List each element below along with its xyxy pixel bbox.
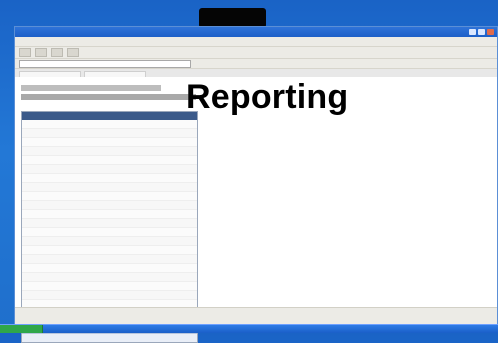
table-row <box>22 291 197 300</box>
address-bar <box>15 59 497 69</box>
back-button[interactable] <box>19 48 31 57</box>
report-title-line <box>21 85 161 91</box>
table-header <box>22 112 197 120</box>
window-controls <box>469 29 494 35</box>
table-row <box>22 201 197 210</box>
start-button[interactable] <box>0 325 43 333</box>
close-button[interactable] <box>487 29 494 35</box>
report-heading <box>21 85 196 100</box>
report-subtitle-line <box>21 94 196 100</box>
table-row <box>22 255 197 264</box>
window-titlebar <box>15 27 497 37</box>
table-row <box>22 246 197 255</box>
table-row <box>22 264 197 273</box>
table-row <box>22 219 197 228</box>
table-row <box>22 282 197 291</box>
table-row <box>22 210 197 219</box>
table-row <box>22 174 197 183</box>
minimize-button[interactable] <box>469 29 476 35</box>
status-bar <box>15 307 497 324</box>
table-row <box>22 147 197 156</box>
maximize-button[interactable] <box>478 29 485 35</box>
browser-window <box>14 26 498 343</box>
slide-title: Reporting <box>186 78 349 116</box>
browser-toolbar <box>15 47 497 59</box>
forward-button[interactable] <box>35 48 47 57</box>
refresh-button[interactable] <box>51 48 63 57</box>
table-row <box>22 192 197 201</box>
table-row <box>22 183 197 192</box>
table-row <box>22 165 197 174</box>
table-row <box>22 156 197 165</box>
table-row <box>22 273 197 282</box>
table-row <box>22 237 197 246</box>
menu-bar <box>15 37 497 47</box>
url-input[interactable] <box>19 59 191 68</box>
taskbar <box>0 324 498 333</box>
redaction-bar <box>199 8 266 28</box>
table-row <box>22 138 197 147</box>
table-row <box>22 129 197 138</box>
home-button[interactable] <box>67 48 79 57</box>
table-row <box>22 228 197 237</box>
table-row <box>22 120 197 129</box>
table-footer <box>22 333 197 342</box>
